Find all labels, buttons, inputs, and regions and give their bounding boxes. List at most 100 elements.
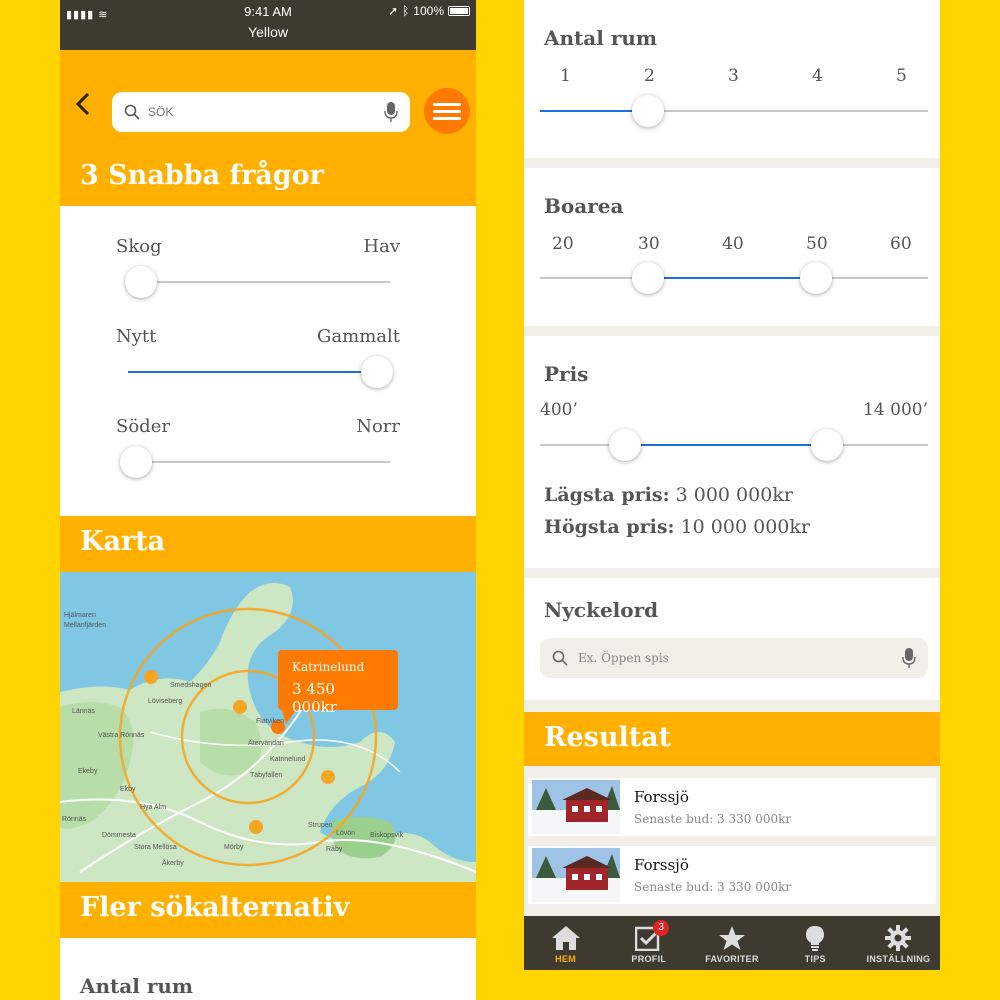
map-label: Mörby bbox=[224, 844, 244, 851]
slider-2-knob[interactable] bbox=[360, 356, 393, 388]
left-phone-screen: ▮▮▮▮ ≋ 9:41 AM Yellow ➚ ᛒ 100% SÖK 3 Sna… bbox=[60, 0, 476, 1000]
more-options-title: Fler sökalternativ bbox=[60, 882, 476, 938]
slider-3-left-label: Söder bbox=[116, 416, 170, 437]
area-max-knob[interactable] bbox=[800, 262, 832, 294]
filter-menu-button[interactable] bbox=[424, 88, 470, 134]
rooms-tick: 2 bbox=[644, 66, 655, 86]
house-photo bbox=[532, 780, 620, 834]
keywords-card: Nyckelord Ex. Öppen spis bbox=[524, 578, 940, 700]
map-label: Västra Rönnäs bbox=[98, 732, 145, 739]
keywords-input[interactable]: Ex. Öppen spis bbox=[540, 638, 928, 678]
star-icon bbox=[719, 926, 745, 950]
map-label: Hya Alm bbox=[140, 804, 167, 811]
slider-1-knob[interactable] bbox=[125, 266, 158, 298]
gear-icon bbox=[885, 925, 912, 951]
map-label: Rönnäs bbox=[62, 816, 87, 823]
slider-2-fill bbox=[128, 371, 377, 373]
tab-favorites[interactable]: FAVORITER bbox=[690, 916, 773, 970]
bottom-tab-bar: HEM 3 PROFIL FAVORITER TIPS INSTÄLLNING bbox=[524, 916, 940, 970]
map-label: Ätervändan bbox=[248, 740, 284, 747]
tab-settings[interactable]: INSTÄLLNING bbox=[857, 916, 940, 970]
back-chevron-icon[interactable] bbox=[74, 92, 94, 116]
house-photo bbox=[532, 848, 620, 902]
notification-badge: 3 bbox=[653, 920, 670, 936]
area-title: Boarea bbox=[544, 194, 624, 218]
filter-line bbox=[433, 116, 461, 120]
tab-label: PROFIL bbox=[631, 954, 667, 964]
bluetooth-icon: ᛒ bbox=[402, 4, 410, 18]
result-name: Forssjö bbox=[634, 856, 689, 874]
lightbulb-icon bbox=[806, 926, 825, 951]
map-label: Ekeby bbox=[78, 768, 98, 775]
search-icon bbox=[124, 104, 140, 120]
right-phone-screen: Antal rum 1 2 3 4 5 Boarea 20 30 40 50 6… bbox=[524, 0, 940, 970]
tab-tips[interactable]: TIPS bbox=[774, 916, 857, 970]
tab-label: FAVORITER bbox=[705, 954, 759, 964]
lowest-price-label: Lägsta pris: bbox=[544, 484, 670, 506]
search-input[interactable]: SÖK bbox=[112, 92, 410, 132]
slider-1-track[interactable] bbox=[128, 281, 390, 283]
result-item[interactable]: Forssjö Senaste bud: 3 330 000kr bbox=[528, 778, 936, 836]
map-label: Täbyfallen bbox=[250, 772, 283, 779]
map-view[interactable]: Hjälmaren Mellanfjärden Smedshagen Lövis… bbox=[60, 572, 476, 882]
result-latest-bid: Senaste bud: 3 330 000kr bbox=[634, 880, 792, 894]
rooms-tick: 4 bbox=[812, 66, 823, 86]
map-price-tooltip[interactable]: Katrinelund 3 450 000kr bbox=[278, 650, 398, 716]
map-label: Lövön bbox=[336, 830, 356, 837]
filter-line bbox=[433, 102, 461, 106]
price-min-label: 400’ bbox=[540, 400, 578, 420]
slider-2-left-label: Nytt bbox=[116, 326, 157, 347]
map-label: Stora Mellösa bbox=[134, 844, 177, 851]
rooms-tick: 1 bbox=[560, 66, 571, 86]
price-max-label: 14 000’ bbox=[863, 400, 928, 420]
area-tick: 20 bbox=[552, 234, 574, 254]
area-min-knob[interactable] bbox=[632, 262, 664, 294]
result-name: Forssjö bbox=[634, 788, 689, 806]
tab-label: HEM bbox=[555, 954, 577, 964]
highest-price-line: Högsta pris: 10 000 000kr bbox=[544, 516, 810, 538]
slider-2-right-label: Gammalt bbox=[317, 326, 400, 347]
rooms-tick: 3 bbox=[728, 66, 739, 86]
map-label: Hjälmaren bbox=[64, 612, 96, 619]
map-label: Katrinelund bbox=[270, 756, 306, 763]
map-label: Råby bbox=[326, 846, 343, 853]
tab-home[interactable]: HEM bbox=[524, 916, 607, 970]
keywords-placeholder: Ex. Öppen spis bbox=[578, 651, 669, 665]
area-tick: 50 bbox=[806, 234, 828, 254]
map-label: Strupen bbox=[308, 822, 333, 829]
map-label: Biskopsvik bbox=[370, 832, 404, 839]
area-fill bbox=[648, 277, 816, 279]
microphone-icon[interactable] bbox=[384, 101, 398, 123]
map-label: Mellanfjärden bbox=[64, 622, 107, 629]
search-icon bbox=[552, 650, 568, 666]
slider-3-right-label: Norr bbox=[356, 416, 400, 437]
map-label: Dömmesta bbox=[102, 832, 136, 839]
microphone-icon[interactable] bbox=[902, 647, 916, 669]
quick-questions-panel: Skog Hav Nytt Gammalt Söder Norr bbox=[60, 206, 476, 516]
rooms-knob[interactable] bbox=[632, 95, 664, 127]
app-title: Yellow bbox=[248, 24, 288, 40]
price-min-knob[interactable] bbox=[609, 429, 642, 461]
home-icon bbox=[551, 926, 580, 950]
map-label: Åkerby bbox=[162, 860, 184, 867]
lowest-price-line: Lägsta pris: 3 000 000kr bbox=[544, 484, 793, 506]
tab-profile[interactable]: 3 PROFIL bbox=[607, 916, 690, 970]
rooms-tick: 5 bbox=[896, 66, 907, 86]
search-header: SÖK bbox=[60, 50, 476, 150]
area-tick: 30 bbox=[638, 234, 660, 254]
left-rooms-title: Antal rum bbox=[60, 938, 476, 1000]
price-max-knob[interactable] bbox=[811, 429, 844, 461]
result-item[interactable]: Forssjö Senaste bud: 3 330 000kr bbox=[528, 846, 936, 904]
map-label: Ekby bbox=[120, 786, 136, 793]
battery-percent: 100% bbox=[413, 4, 444, 18]
slider-3-knob[interactable] bbox=[119, 446, 152, 478]
area-tick: 60 bbox=[890, 234, 912, 254]
tooltip-price: 3 450 000kr bbox=[292, 680, 337, 716]
price-title: Pris bbox=[544, 362, 589, 386]
highest-price-value: 10 000 000kr bbox=[680, 516, 810, 538]
highest-price-label: Högsta pris: bbox=[544, 516, 675, 538]
slider-3-track[interactable] bbox=[128, 461, 390, 463]
slider-1-left-label: Skog bbox=[116, 236, 162, 257]
status-bar: ▮▮▮▮ ≋ 9:41 AM Yellow ➚ ᛒ 100% bbox=[60, 0, 476, 50]
status-right: ➚ ᛒ 100% bbox=[388, 4, 470, 18]
